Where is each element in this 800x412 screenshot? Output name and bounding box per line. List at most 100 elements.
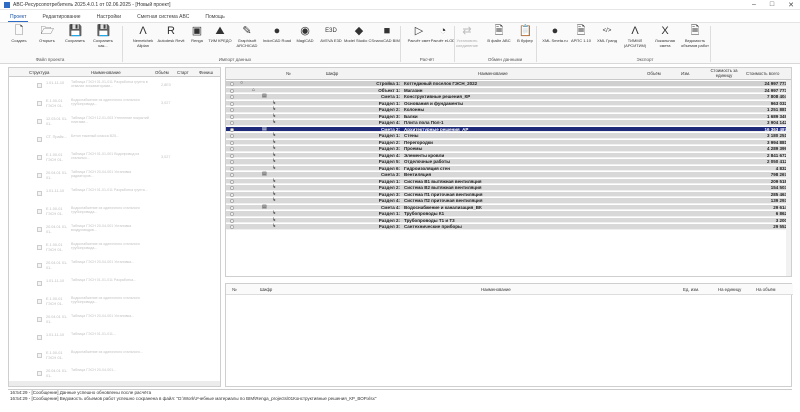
row-checkbox[interactable] bbox=[37, 335, 42, 340]
row-checkbox[interactable] bbox=[37, 227, 42, 232]
structure-row[interactable]: 1.01-11-10 Таблица ГЭСН 01-01-011 Разрабо… bbox=[9, 276, 220, 294]
estimate-row[interactable]: ↳ Раздел 4: Система П2 приточная вентиляци… bbox=[226, 197, 791, 204]
maximize-icon[interactable]: □ bbox=[770, 1, 774, 9]
row-toggle[interactable] bbox=[230, 101, 234, 106]
col-structure[interactable]: Структура bbox=[29, 70, 49, 75]
indorcad-button[interactable]: ● IndorCAD Road bbox=[262, 25, 292, 44]
nanocad-button[interactable]: ■ nanoCAD BIM bbox=[372, 25, 402, 44]
credo-button[interactable]: ⛰ ТИМ КРЕДО bbox=[205, 25, 235, 44]
estimate-row[interactable]: ↳ Раздел 2: Перегородки 3 994 881 bbox=[226, 139, 791, 146]
structure-row[interactable]: 20.04.01 01-01- Таблица ГЭСН 20-04-001 Ус… bbox=[9, 258, 220, 276]
allplan-button[interactable]: Λ Nemetchek Allplan bbox=[128, 25, 158, 48]
structure-row[interactable]: СТ. Прайс... Бетон тяжелый класса В25... bbox=[9, 132, 220, 150]
row-toggle[interactable] bbox=[230, 218, 234, 223]
estimate-row[interactable]: ↳ Раздел 3: Система П1 приточная вентиляци… bbox=[226, 191, 791, 198]
aveva-button[interactable]: E3D AVEVA E3D bbox=[316, 25, 346, 44]
row-toggle[interactable] bbox=[230, 212, 234, 216]
structure-row[interactable]: 1.01-11-10 Таблица ГЭСН 01-01-011 Разрабо… bbox=[9, 186, 220, 204]
col-number[interactable]: № bbox=[286, 71, 291, 77]
row-toggle[interactable] bbox=[230, 199, 234, 203]
col-name[interactable]: Наименование bbox=[481, 287, 511, 292]
estimate-row[interactable]: ▤ Смета 3: Вентиляция 798 267 bbox=[226, 171, 791, 178]
row-checkbox[interactable] bbox=[37, 83, 42, 88]
archicad-button[interactable]: ✎ Graphisoft ARCHICAD bbox=[232, 25, 262, 48]
row-toggle[interactable] bbox=[230, 186, 234, 190]
row-checkbox[interactable] bbox=[37, 263, 42, 268]
row-toggle[interactable] bbox=[230, 108, 234, 112]
row-toggle[interactable] bbox=[230, 225, 234, 229]
col-number[interactable]: № bbox=[232, 287, 237, 292]
estimate-row[interactable]: ○ Стройка 1: Коттеджный поселок ГЭСН_2022 2… bbox=[226, 80, 791, 87]
save-button[interactable]: 💾 Сохранить bbox=[60, 25, 90, 44]
structure-row[interactable]: 1.01-11-10 Таблица ГЭСН 01-01-011 Разрабо… bbox=[9, 78, 220, 96]
close-icon[interactable]: ✕ bbox=[788, 1, 794, 9]
row-checkbox[interactable] bbox=[37, 299, 42, 304]
row-toggle[interactable] bbox=[230, 147, 234, 151]
col-finish[interactable]: Финиш bbox=[199, 70, 213, 75]
estimate-row[interactable]: ⌂ Объект 1: Магазин 24 997 773 bbox=[226, 87, 791, 94]
estimate-row[interactable]: ↳ Раздел 2: Трубопроводы Т1 и Т3 3 200 bbox=[226, 217, 791, 224]
row-checkbox[interactable] bbox=[37, 101, 42, 106]
estimate-row[interactable]: ▤ Смета 1: Конструктивные решения_КР 7 808 … bbox=[226, 93, 791, 100]
structure-row[interactable]: Е.1.00-01 ГЭСН 01- Водоснабжение из одино… bbox=[9, 294, 220, 312]
menu-tab-help[interactable]: Помощь bbox=[203, 13, 226, 21]
row-toggle[interactable] bbox=[230, 121, 234, 125]
row-toggle[interactable] bbox=[230, 82, 234, 86]
estimate-row[interactable]: ↳ Раздел 1: Трубопроводы К1 6 862 bbox=[226, 210, 791, 217]
new-file-button[interactable]: 🗋 Создать bbox=[4, 25, 34, 44]
estimate-row[interactable]: ↳ Раздел 4: Элементы кровли 2 841 672 bbox=[226, 152, 791, 159]
col-start[interactable]: Старт bbox=[177, 70, 189, 75]
structure-row[interactable]: 12.03.01 01-01- Таблица ГЭСН 12-01-003 Ут… bbox=[9, 114, 220, 132]
row-toggle[interactable] bbox=[230, 127, 234, 132]
col-total-cost[interactable]: Стоимость всего bbox=[746, 71, 779, 77]
row-toggle[interactable] bbox=[230, 205, 234, 210]
row-checkbox[interactable] bbox=[37, 191, 42, 196]
col-unit[interactable]: Изм. bbox=[681, 71, 690, 77]
row-toggle[interactable] bbox=[230, 140, 234, 145]
estimate-row[interactable]: ▤ Смета 2: Архитектурные решения_АР 16 363 … bbox=[226, 126, 791, 133]
row-checkbox[interactable] bbox=[37, 137, 42, 142]
row-checkbox[interactable] bbox=[37, 353, 42, 358]
row-toggle[interactable] bbox=[230, 166, 234, 171]
open-folder-button[interactable]: 🗁 Открыть bbox=[32, 25, 62, 44]
estimate-row[interactable]: ↳ Раздел 3: Сантехнические приборы 29 552 bbox=[226, 223, 791, 230]
row-checkbox[interactable] bbox=[37, 281, 42, 286]
minimize-icon[interactable]: – bbox=[752, 1, 756, 9]
row-toggle[interactable] bbox=[230, 95, 234, 99]
estimate-row[interactable]: ↳ Раздел 3: Балки 1 689 349 bbox=[226, 113, 791, 120]
structure-row[interactable]: Е.1.00-01 ГЭСН 01- Водоснабжение из одино… bbox=[9, 348, 220, 366]
modelstudio-button[interactable]: ◆ Model Studio CS bbox=[344, 25, 374, 44]
col-code[interactable]: Шифр bbox=[326, 71, 338, 77]
row-toggle[interactable] bbox=[230, 179, 234, 184]
row-toggle[interactable] bbox=[230, 192, 234, 197]
row-toggle[interactable] bbox=[230, 153, 234, 158]
estimate-row[interactable]: ↳ Раздел 2: Колонны 1 251 881 bbox=[226, 106, 791, 113]
structure-row[interactable]: 20.04.01 01-01- Таблица ГЭСН 20-04-001 Ус… bbox=[9, 312, 220, 330]
row-checkbox[interactable] bbox=[37, 317, 42, 322]
col-code[interactable]: Шифр bbox=[260, 287, 272, 292]
row-checkbox[interactable] bbox=[37, 173, 42, 178]
row-toggle[interactable] bbox=[230, 134, 234, 138]
estimate-row[interactable]: ↳ Раздел 5: Отделочные работы 2 050 412 bbox=[226, 158, 791, 165]
estimate-row[interactable]: ↳ Раздел 1: Основания и фундаменты 963 032 bbox=[226, 100, 791, 107]
col-volume[interactable]: Объём bbox=[155, 70, 169, 75]
col-per-volume[interactable]: На объём bbox=[756, 287, 775, 292]
estimate-row[interactable]: ↳ Раздел 3: Проемы 4 289 399 bbox=[226, 145, 791, 152]
menu-tab-abc[interactable]: Сметная система ABC bbox=[135, 13, 191, 21]
col-per-unit[interactable]: На единицу bbox=[718, 287, 741, 292]
row-toggle[interactable] bbox=[230, 114, 234, 119]
row-checkbox[interactable] bbox=[37, 155, 42, 160]
menu-tab-project[interactable]: Проект bbox=[8, 13, 29, 22]
report-button[interactable]: 🗎 Ведомость объемов работ bbox=[680, 25, 710, 48]
estimate-row[interactable]: ↳ Раздел 4: Плита пола Пол-1 3 904 142 bbox=[226, 119, 791, 126]
horizontal-scrollbar[interactable] bbox=[9, 381, 220, 386]
row-checkbox[interactable] bbox=[37, 119, 42, 124]
estimate-row[interactable]: ↳ Раздел 2: Система В2 вытяжная вентиляция… bbox=[226, 184, 791, 191]
estimate-row[interactable]: ▤ Смета 4: Водоснабжение и канализация_ВК 2… bbox=[226, 204, 791, 211]
row-checkbox[interactable] bbox=[37, 245, 42, 250]
col-unit-cost[interactable]: Стоимость за единицу bbox=[704, 68, 744, 78]
vertical-scrollbar[interactable] bbox=[786, 80, 791, 276]
timml-button[interactable]: Λ ТИММЛ (АРСИТИМ) bbox=[620, 25, 650, 48]
estimate-row[interactable]: ↳ Раздел 1: Система В1 вытяжная вентиляция… bbox=[226, 178, 791, 185]
col-name[interactable]: Наименование bbox=[91, 70, 121, 75]
